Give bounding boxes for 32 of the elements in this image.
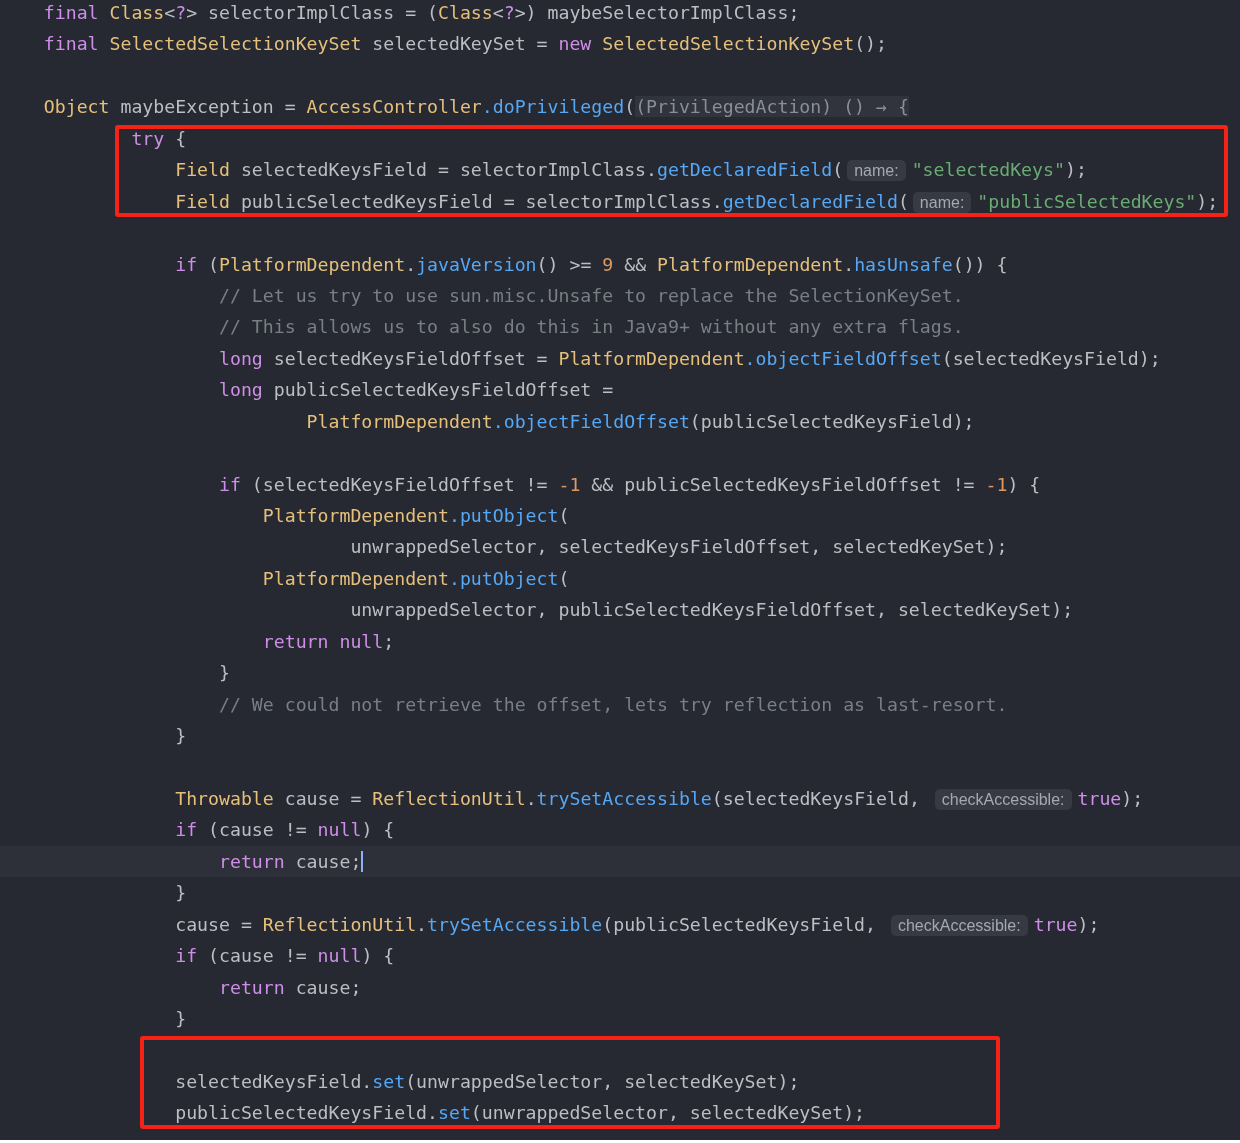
code-line: // This allows us to also do this in Java9+ without any extra flags. — [218, 315, 964, 340]
code-line: try { — [130, 126, 187, 151]
code-line: cause = ReflectionUtil.trySetAccessible(publicSelectedKeysField, checkAccessible: true); — [174, 912, 1100, 938]
code-line: if (cause != null) { — [174, 818, 395, 843]
code-line: if (PlatformDependent.javaVersion() >= 9 && PlatformDependent.hasUnsafe()) { — [174, 252, 1008, 277]
code-line: Field selectedKeysField = selectorImplClass.getDeclaredField( name: "selectedKeys"); — [174, 158, 1087, 184]
code-line: Field publicSelectedKeysField = selectorImplClass.getDeclaredField( name: "publicSelectedKeys"); — [174, 189, 1219, 215]
code-line: PlatformDependent.objectFieldOffset(publicSelectedKeysField); — [305, 409, 975, 434]
code-line: selectedKeysField.set(unwrappedSelector, selectedKeySet); — [174, 1069, 800, 1094]
code-line: } — [174, 881, 187, 906]
code-line: return null; — [261, 629, 395, 654]
code-line: unwrappedSelector, publicSelectedKeysFieldOffset, selectedKeySet); — [349, 598, 1074, 623]
code-line: return cause; — [218, 975, 362, 1000]
code-line: if (cause != null) { — [174, 944, 395, 969]
code-line: Object maybeException = AccessController.doPrivileged((PrivilegedAction) () → { — [42, 95, 909, 120]
code-line: final Class<?> selectorImplClass = (Class<?>) maybeSelectorImplClass; — [42, 1, 800, 25]
code-line: PlatformDependent.putObject( — [261, 566, 570, 591]
code-line: if (selectedKeysFieldOffset != -1 && publicSelectedKeysFieldOffset != -1) { — [218, 472, 1041, 497]
code-line: return cause; — [218, 849, 364, 874]
code-line: // Let us try to use sun.misc.Unsafe to replace the SelectionKeySet. — [218, 283, 964, 308]
code-line: unwrappedSelector, selectedKeysFieldOffset, selectedKeySet); — [349, 535, 1008, 560]
code-line: long publicSelectedKeysFieldOffset = — [218, 378, 614, 403]
code-line: publicSelectedKeysField.set(unwrappedSelector, selectedKeySet); — [174, 1101, 866, 1126]
code-line: } — [174, 1007, 187, 1031]
code-line: PlatformDependent.putObject( — [261, 504, 570, 528]
code-line: long selectedKeysFieldOffset = PlatformDependent.objectFieldOffset(selectedKeysField); — [218, 346, 1161, 371]
code-line: final SelectedSelectionKeySet selectedKeySet = new SelectedSelectionKeySet(); — [42, 32, 887, 57]
code-editor[interactable] — [0, 0, 1240, 1140]
code-line: // We could not retrieve the offset, lets try reflection as last-resort. — [218, 692, 1008, 717]
code-line: Throwable cause = ReflectionUtil.trySetAccessible(selectedKeysField, checkAccessible: true); — [174, 786, 1144, 812]
code-line: } — [174, 724, 187, 749]
code-line: } — [218, 661, 230, 686]
